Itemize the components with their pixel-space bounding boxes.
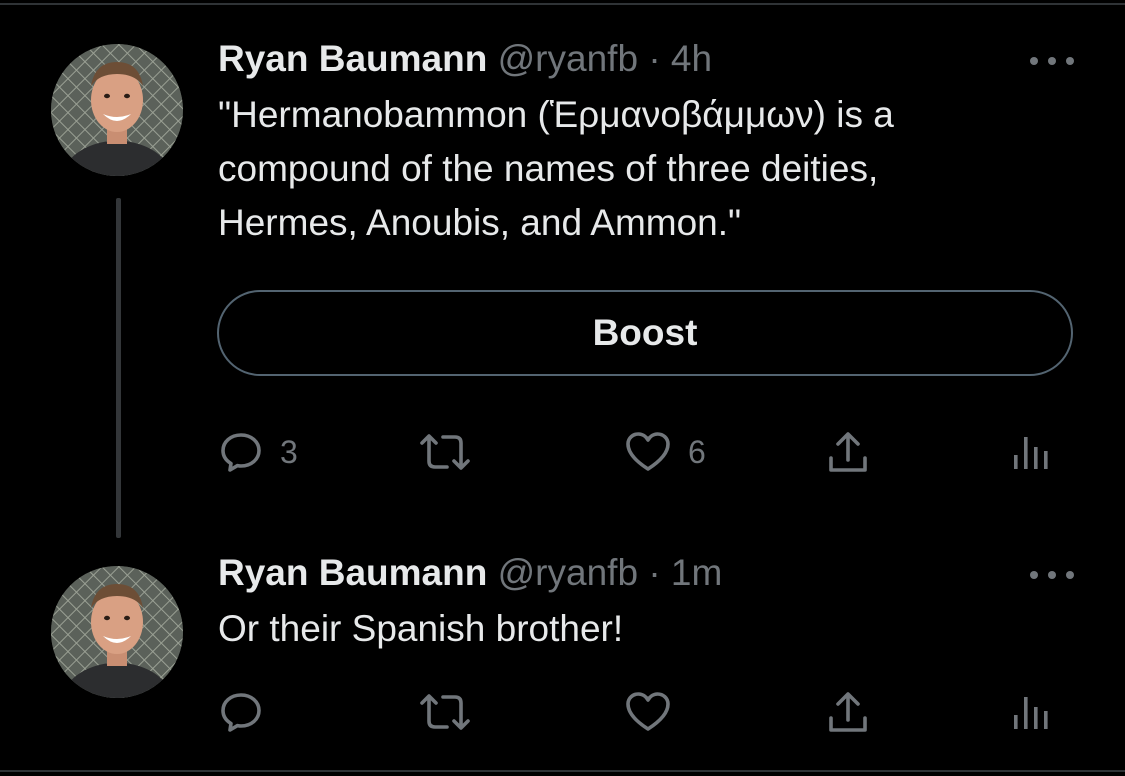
tweet[interactable]: Ryan Baumann @ryanfb · 1m Or their Spani…: [0, 540, 1125, 770]
views-icon: [1010, 429, 1054, 475]
avatar[interactable]: [51, 44, 183, 176]
share-button[interactable]: [826, 682, 870, 742]
display-name[interactable]: Ryan Baumann: [218, 38, 487, 79]
reply-icon: [218, 689, 264, 735]
tweet[interactable]: Ryan Baumann @ryanfb · 4h "Hermanobammon…: [0, 0, 1125, 540]
share-icon: [826, 428, 870, 476]
heart-icon: [624, 689, 672, 735]
views-button[interactable]: [1010, 682, 1054, 742]
timestamp[interactable]: 4h: [671, 38, 712, 79]
retweet-button[interactable]: [416, 422, 490, 482]
like-count: 6: [688, 433, 706, 470]
more-horizontal-icon[interactable]: [1030, 54, 1074, 68]
boost-button[interactable]: Boost: [217, 290, 1073, 376]
action-bar: [0, 682, 1125, 742]
reply-icon: [218, 429, 264, 475]
separator: ·: [648, 552, 661, 593]
tweet-header: Ryan Baumann @ryanfb · 4h: [218, 38, 712, 80]
thread-line: [116, 198, 121, 538]
tweet-text: "Hermanobammon (Ἑρμανοβάμμων) is a compo…: [218, 94, 894, 243]
timestamp[interactable]: 1m: [671, 552, 722, 593]
views-button[interactable]: [1010, 422, 1054, 482]
reply-count: 3: [280, 433, 298, 470]
like-button[interactable]: [624, 682, 672, 742]
reply-button[interactable]: [218, 682, 264, 742]
heart-icon: [624, 429, 672, 475]
action-bar: 3 6: [0, 422, 1125, 482]
retweet-icon: [416, 689, 474, 735]
views-icon: [1010, 689, 1054, 735]
retweet-button[interactable]: [416, 682, 474, 742]
handle[interactable]: @ryanfb: [498, 552, 638, 593]
share-button[interactable]: [826, 422, 870, 482]
separator: ·: [648, 38, 661, 79]
tweet-header: Ryan Baumann @ryanfb · 1m: [218, 552, 722, 594]
like-button[interactable]: 6: [624, 422, 706, 482]
bottom-divider: [0, 770, 1125, 772]
more-horizontal-icon[interactable]: [1030, 568, 1074, 582]
tweet-text: Or their Spanish brother!: [218, 608, 624, 649]
share-icon: [826, 688, 870, 736]
reply-button[interactable]: 3: [218, 422, 298, 482]
handle[interactable]: @ryanfb: [498, 38, 638, 79]
display-name[interactable]: Ryan Baumann: [218, 552, 487, 593]
retweet-icon: [416, 429, 474, 475]
avatar[interactable]: [51, 566, 183, 698]
